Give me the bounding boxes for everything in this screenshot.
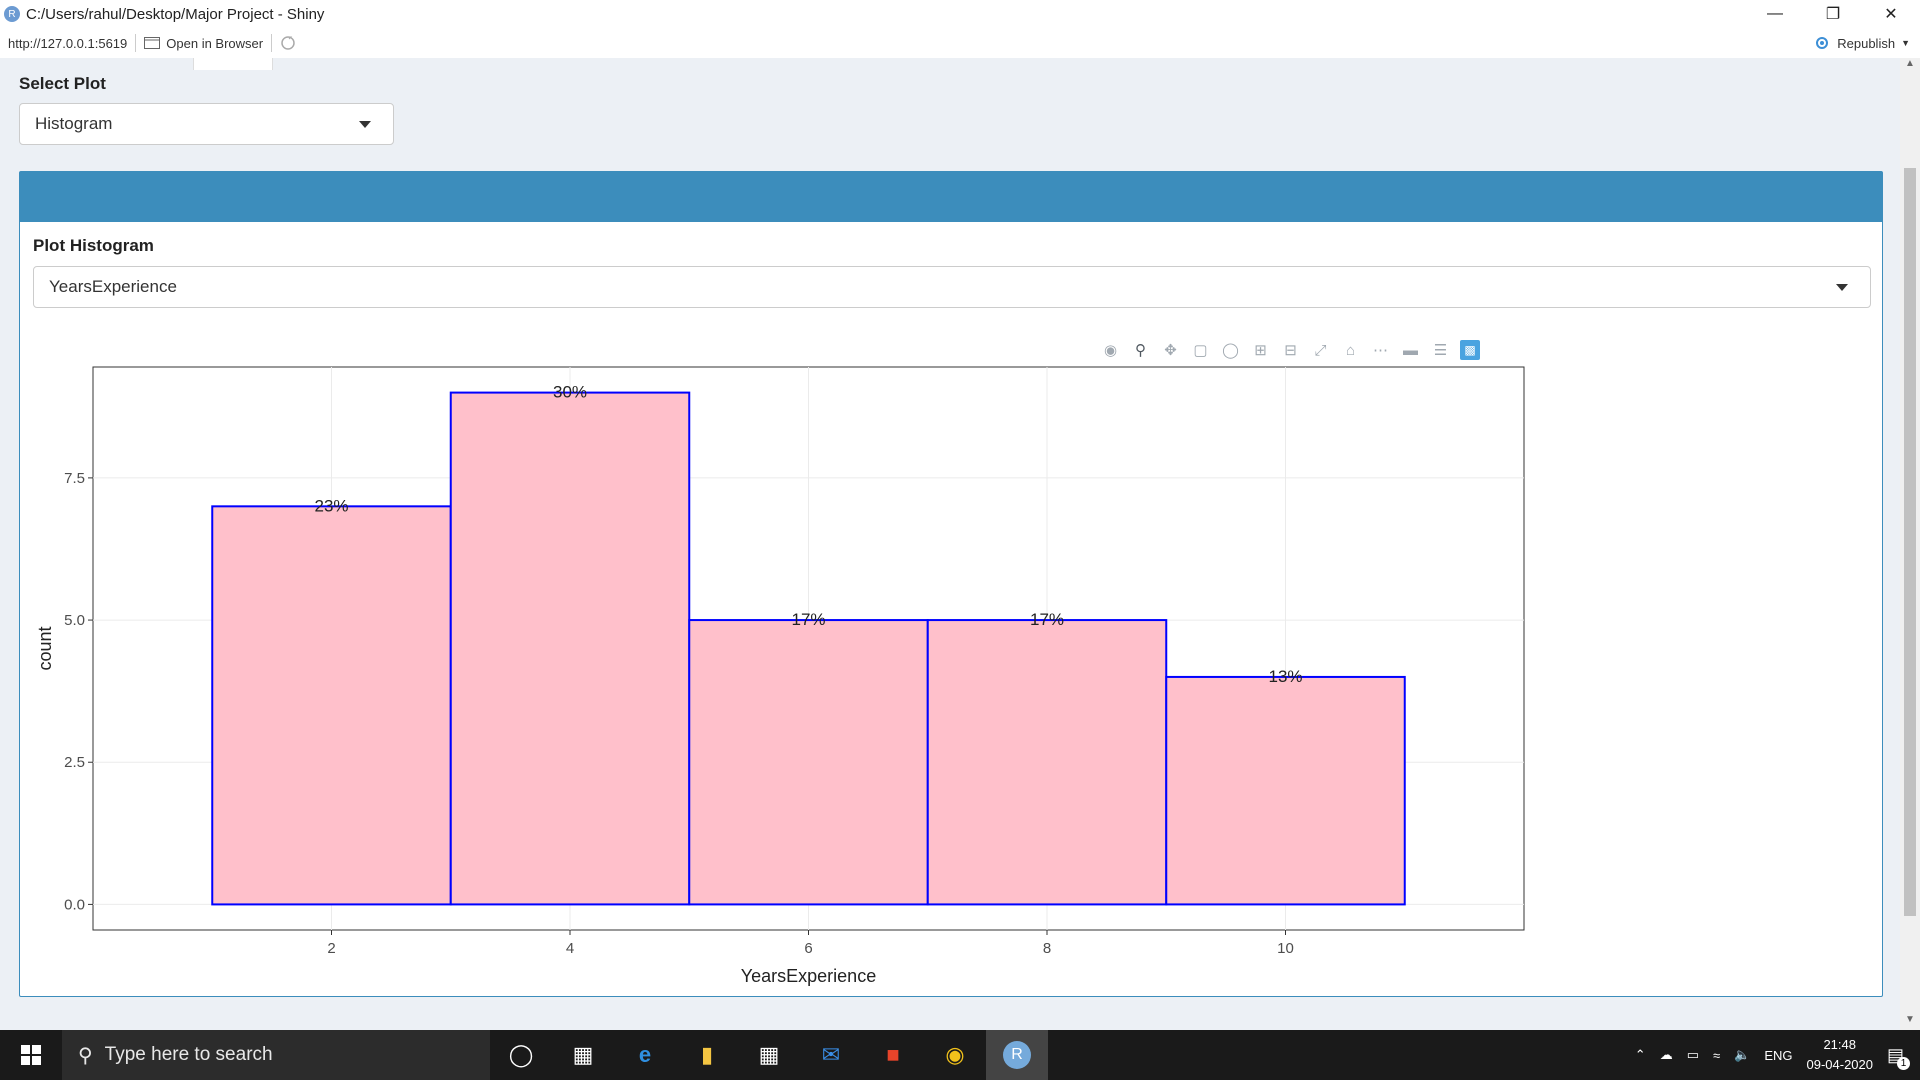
system-tray: ⌃ ☁ ▭ ≈ 🔈 ENG 21:48 09-04-2020 ▤ 1 xyxy=(1635,1030,1920,1080)
office-icon[interactable]: ■ xyxy=(862,1030,924,1080)
r-logo-icon: R xyxy=(1003,1041,1031,1069)
x-tick-label: 10 xyxy=(1277,940,1294,957)
notifications-icon[interactable]: ▤ 1 xyxy=(1887,1045,1910,1070)
x-tick-label: 8 xyxy=(1043,940,1051,957)
chrome-icon[interactable]: ◉ xyxy=(924,1030,986,1080)
x-tick-label: 4 xyxy=(566,940,574,957)
scroll-down-icon[interactable]: ▼ xyxy=(1900,1014,1920,1030)
histogram-bar[interactable] xyxy=(1165,675,1406,906)
x-axis-title: YearsExperience xyxy=(741,966,876,986)
cortana-icon[interactable]: ◯ xyxy=(490,1030,552,1080)
windows-logo-icon xyxy=(21,1045,41,1065)
clock-date: 09-04-2020 xyxy=(1806,1057,1873,1072)
scroll-up-icon[interactable]: ▲ xyxy=(1900,58,1920,74)
histogram-bar[interactable] xyxy=(688,619,929,906)
chevron-up-icon[interactable]: ⌃ xyxy=(1635,1047,1646,1063)
file-explorer-icon[interactable]: ▮ xyxy=(676,1030,738,1080)
clock-time: 21:48 xyxy=(1823,1037,1856,1052)
mail-icon[interactable]: ✉ xyxy=(800,1030,862,1080)
y-axis-title: count xyxy=(35,626,55,670)
histogram-chart: 23% 30% 17% 17% 13% 2 4 6 8 10 0.0 2.5 5.0 7.5 YearsEx… xyxy=(35,366,1525,986)
bar-percent-label: 30% xyxy=(553,383,587,402)
notification-count: 1 xyxy=(1897,1056,1910,1070)
volume-icon[interactable]: 🔈 xyxy=(1734,1047,1750,1063)
rstudio-taskbar-icon[interactable]: R xyxy=(986,1030,1048,1080)
y-tick-label: 7.5 xyxy=(64,470,85,487)
bar-percent-label: 13% xyxy=(1268,667,1302,686)
histogram-bar[interactable] xyxy=(211,505,452,906)
taskbar-search-box[interactable]: ⚲ Type here to search xyxy=(62,1030,490,1080)
onedrive-cloud-icon[interactable]: ☁ xyxy=(1660,1047,1673,1063)
x-tick-label: 6 xyxy=(804,940,812,957)
language-indicator[interactable]: ENG xyxy=(1764,1048,1792,1063)
y-tick-label: 0.0 xyxy=(64,896,85,913)
edge-browser-icon[interactable]: e xyxy=(614,1030,676,1080)
clock[interactable]: 21:48 09-04-2020 xyxy=(1806,1035,1873,1075)
microsoft-store-icon[interactable]: ▦ xyxy=(738,1030,800,1080)
search-placeholder: Type here to search xyxy=(104,1044,273,1065)
start-button[interactable] xyxy=(0,1030,62,1080)
histogram-bar[interactable] xyxy=(926,619,1168,906)
battery-icon[interactable]: ▭ xyxy=(1687,1047,1699,1063)
histogram-bar[interactable] xyxy=(449,391,691,906)
scrollbar-thumb[interactable] xyxy=(1904,168,1916,916)
vertical-scrollbar[interactable]: ▲ ▼ xyxy=(1900,58,1920,1030)
y-tick-label: 2.5 xyxy=(64,754,85,771)
bar-percent-label: 17% xyxy=(1030,610,1064,629)
x-tick-label: 2 xyxy=(327,940,335,957)
wifi-icon[interactable]: ≈ xyxy=(1713,1048,1720,1063)
bar-percent-label: 17% xyxy=(791,610,825,629)
bar-percent-label: 23% xyxy=(314,496,348,515)
task-view-icon[interactable]: ▦ xyxy=(552,1030,614,1080)
search-icon: ⚲ xyxy=(78,1044,93,1067)
y-tick-label: 5.0 xyxy=(64,612,85,629)
windows-taskbar: ⚲ Type here to search ◯ ▦ e ▮ ▦ ✉ ■ ◉ R … xyxy=(0,1030,1920,1080)
